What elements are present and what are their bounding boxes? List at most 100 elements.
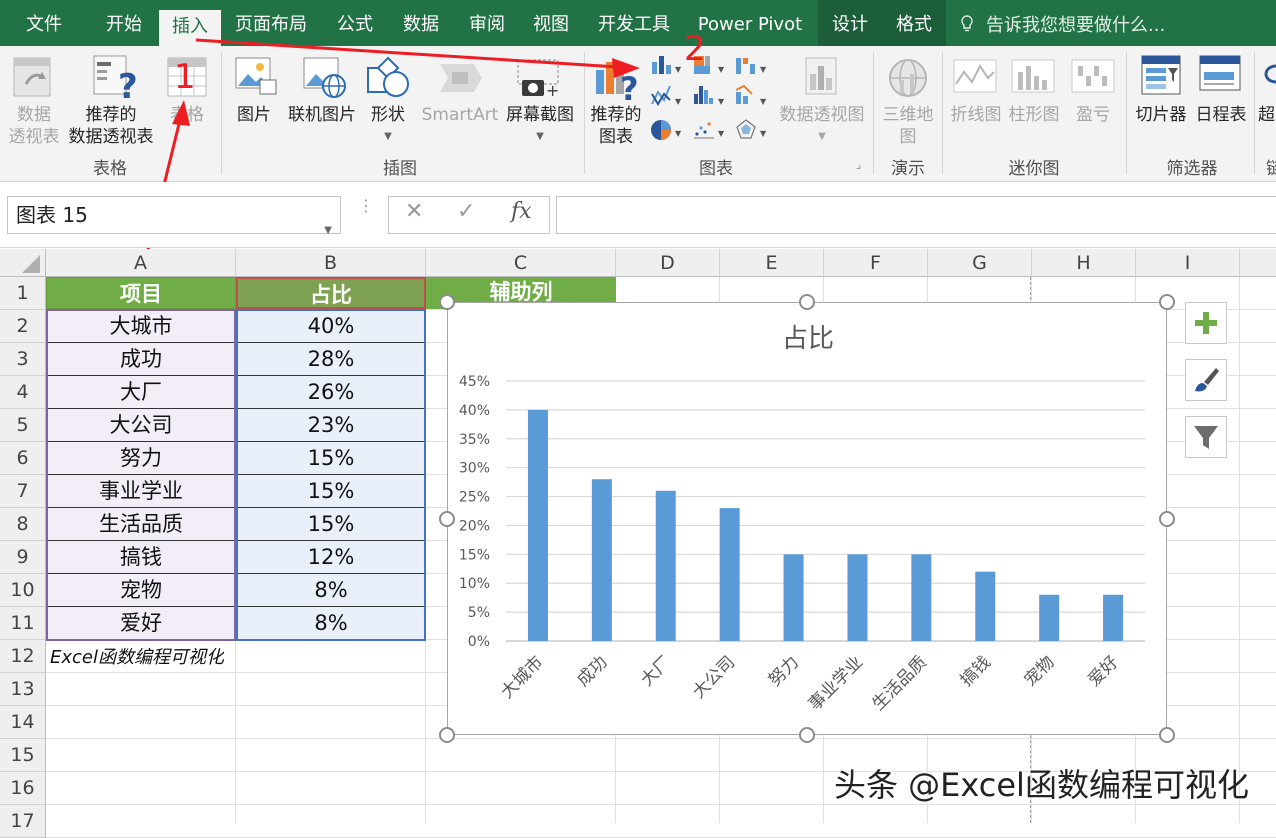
cell-item[interactable]: 大公司 — [46, 409, 236, 442]
cell-item[interactable]: 宠物 — [46, 574, 236, 607]
chart[interactable]: 占比 0% 5% 10% 15% 20% 25% 30% 35% 40% 45% 大城市 成功 大厂 大公… — [447, 302, 1167, 735]
insert-function-icon[interactable]: fx — [511, 199, 532, 224]
row-header[interactable]: 13 — [0, 673, 46, 706]
row-header[interactable]: 14 — [0, 706, 46, 739]
resize-handle[interactable] — [439, 511, 455, 527]
cell-ratio[interactable]: 8% — [236, 607, 426, 640]
column-header-a[interactable]: A — [46, 249, 236, 277]
chart-bar[interactable] — [655, 490, 676, 641]
select-all-corner[interactable] — [0, 249, 46, 277]
column-header-j[interactable] — [1240, 249, 1276, 277]
chart-bar[interactable] — [719, 508, 740, 641]
column-header-h[interactable]: H — [1032, 249, 1136, 277]
enter-icon[interactable]: ✓ — [457, 199, 475, 224]
cell-ratio[interactable]: 40% — [236, 310, 426, 343]
column-header-c[interactable]: C — [426, 249, 616, 277]
row-header[interactable]: 2 — [0, 310, 46, 343]
resize-handle[interactable] — [1159, 511, 1175, 527]
cell-item[interactable]: 生活品质 — [46, 508, 236, 541]
row-header[interactable]: 9 — [0, 541, 46, 574]
resize-handle[interactable] — [799, 727, 815, 743]
column-header-d[interactable]: D — [616, 249, 720, 277]
chart-bar[interactable] — [783, 554, 804, 641]
cell-ratio[interactable]: 12% — [236, 541, 426, 574]
row-header[interactable]: 11 — [0, 607, 46, 640]
row-header[interactable]: 1 — [0, 277, 46, 310]
cancel-icon[interactable]: ✕ — [405, 199, 423, 224]
cell-ratio[interactable]: 8% — [236, 574, 426, 607]
row-header[interactable]: 15 — [0, 739, 46, 772]
row-header[interactable]: 5 — [0, 409, 46, 442]
gridline-horizontal — [46, 738, 1276, 739]
plus-icon — [1195, 312, 1217, 334]
chart-bar[interactable] — [1103, 594, 1124, 641]
row-header[interactable]: 8 — [0, 508, 46, 541]
header-cell-item[interactable]: 项目 — [46, 277, 236, 309]
chart-filters-button[interactable] — [1185, 416, 1227, 458]
x-tick-label: 宠物 — [1021, 652, 1059, 690]
paintbrush-icon — [1195, 368, 1219, 392]
cell-item[interactable]: 成功 — [46, 343, 236, 376]
resize-handle[interactable] — [1159, 727, 1175, 743]
y-tick-label: 40% — [459, 403, 490, 419]
gridline-vertical — [1239, 277, 1240, 823]
chart-bar[interactable] — [527, 409, 548, 641]
cell-item[interactable]: 搞钱 — [46, 541, 236, 574]
y-tick-label: 25% — [459, 490, 490, 506]
column-header-i[interactable]: I — [1136, 249, 1240, 277]
column-header-g[interactable]: G — [928, 249, 1032, 277]
chart-bar[interactable] — [591, 479, 612, 641]
row-header[interactable]: 7 — [0, 475, 46, 508]
note-cell[interactable]: Excel函数编程可视化 — [50, 643, 224, 673]
cell-item[interactable]: 爱好 — [46, 607, 236, 640]
resize-handle[interactable] — [439, 294, 455, 310]
step-2-label: 2 — [684, 29, 706, 69]
row-header[interactable]: 6 — [0, 442, 46, 475]
y-tick-label: 15% — [459, 547, 490, 563]
column-header-e[interactable]: E — [720, 249, 824, 277]
funnel-icon — [1194, 426, 1218, 449]
cell-ratio[interactable]: 23% — [236, 409, 426, 442]
column-header-b[interactable]: B — [236, 249, 426, 277]
arrowhead-icon — [612, 58, 640, 78]
chart-bar[interactable] — [911, 554, 932, 641]
resize-handle[interactable] — [799, 294, 815, 310]
formula-input[interactable] — [556, 196, 1276, 234]
chart-title[interactable]: 占比 — [782, 324, 834, 354]
row-header[interactable]: 16 — [0, 772, 46, 805]
header-cell-ratio[interactable]: 占比 — [236, 277, 426, 309]
x-tick-label: 努力 — [765, 652, 803, 690]
resize-handle[interactable] — [1159, 294, 1175, 310]
chevron-down-icon[interactable]: ▼ — [324, 213, 332, 249]
chart-bar[interactable] — [975, 571, 996, 641]
resize-handle[interactable] — [439, 727, 455, 743]
formula-buttons: ✕ ✓ fx — [388, 196, 550, 234]
cell-ratio[interactable]: 15% — [236, 442, 426, 475]
arrowhead-icon — [172, 100, 190, 126]
cell-item[interactable]: 大城市 — [46, 310, 236, 343]
cell-ratio[interactable]: 26% — [236, 376, 426, 409]
column-header-f[interactable]: F — [824, 249, 928, 277]
cell-ratio[interactable]: 28% — [236, 343, 426, 376]
row-header[interactable]: 10 — [0, 574, 46, 607]
cell-ratio[interactable]: 15% — [236, 508, 426, 541]
cell-item[interactable]: 事业学业 — [46, 475, 236, 508]
x-tick-label: 搞钱 — [957, 652, 995, 690]
y-tick-label: 5% — [468, 605, 490, 621]
chart-styles-button[interactable] — [1185, 359, 1227, 401]
row-header[interactable]: 12 — [0, 640, 46, 673]
cell-item[interactable]: 大厂 — [46, 376, 236, 409]
row-header[interactable]: 17 — [0, 805, 46, 838]
cell-item[interactable]: 努力 — [46, 442, 236, 475]
formula-bar: 图表 15 ▼ ⋮ ✕ ✓ fx — [0, 182, 1276, 248]
row-header[interactable]: 4 — [0, 376, 46, 409]
cell-ratio[interactable]: 15% — [236, 475, 426, 508]
drag-handle-icon[interactable]: ⋮ — [358, 198, 374, 214]
row-header[interactable]: 3 — [0, 343, 46, 376]
name-box[interactable]: 图表 15 ▼ — [7, 196, 341, 236]
x-tick-label: 成功 — [573, 652, 611, 690]
chart-bar[interactable] — [847, 554, 868, 641]
chart-bar[interactable] — [1039, 594, 1060, 641]
chart-elements-button[interactable] — [1185, 302, 1227, 344]
y-tick-label: 30% — [459, 461, 490, 477]
